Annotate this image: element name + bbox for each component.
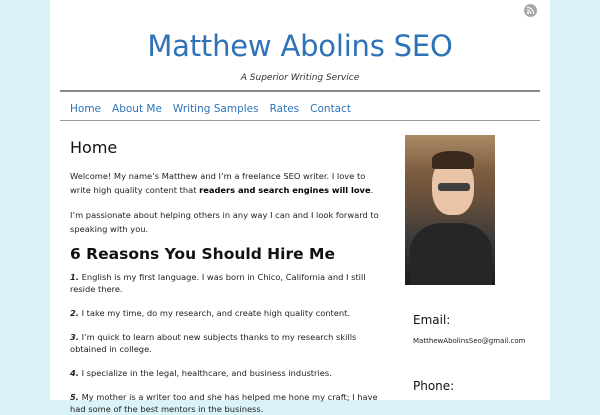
photo-shirt [410, 223, 492, 285]
reason-item: 3. I’m quick to learn about new subjects… [70, 331, 380, 355]
nav-divider [60, 120, 540, 121]
reason-number: 2. [70, 308, 79, 318]
email-address[interactable]: MatthewAbolinsSeo@gmail.com [413, 337, 525, 345]
main-content: Home Welcome! My name’s Matthew and I’m … [70, 138, 380, 415]
nav-home[interactable]: Home [70, 103, 101, 115]
reason-text: My mother is a writer too and she has he… [70, 392, 378, 414]
reasons-heading: 6 Reasons You Should Hire Me [70, 245, 335, 263]
nav-about-me[interactable]: About Me [112, 103, 162, 115]
page: Matthew Abolins SEO A Superior Writing S… [50, 0, 550, 414]
profile-photo [405, 135, 495, 285]
reason-item: 5. My mother is a writer too and she has… [70, 391, 380, 415]
reason-number: 5. [70, 392, 79, 402]
reason-text: I specialize in the legal, healthcare, a… [78, 368, 332, 378]
photo-hair [432, 151, 474, 169]
photo-sunglasses [438, 183, 470, 191]
header-divider [60, 90, 540, 92]
intro-bold-text: readers and search engines will love [199, 185, 371, 195]
site-tagline: A Superior Writing Service [240, 73, 360, 83]
site-title[interactable]: Matthew Abolins SEO [50, 29, 550, 63]
reason-item: 2. I take my time, do my research, and c… [70, 307, 380, 319]
reason-number: 3. [70, 332, 79, 342]
reason-text: I’m quick to learn about new subjects th… [70, 332, 357, 354]
reason-text: English is my first language. I was born… [70, 272, 366, 294]
reason-item: 1. English is my first language. I was b… [70, 271, 380, 295]
nav-contact[interactable]: Contact [310, 103, 351, 115]
phone-heading: Phone: [413, 379, 455, 393]
nav-writing-samples[interactable]: Writing Samples [173, 103, 259, 115]
intro-end: . [370, 185, 374, 195]
email-heading: Email: [413, 313, 451, 327]
rss-icon[interactable] [524, 4, 537, 17]
reason-number: 4. [70, 368, 79, 378]
intro-paragraph: Welcome! My name’s Matthew and I’m a fre… [70, 169, 380, 197]
reason-number: 1. [70, 272, 79, 282]
main-nav: Home About Me Writing Samples Rates Cont… [70, 103, 362, 115]
nav-rates[interactable]: Rates [270, 103, 300, 115]
rss-glyph [526, 6, 535, 15]
page-title: Home [70, 138, 118, 157]
passion-paragraph: I’m passionate about helping others in a… [70, 210, 379, 234]
reason-item: 4. I specialize in the legal, healthcare… [70, 367, 380, 379]
reason-text: I take my time, do my research, and crea… [78, 308, 351, 318]
